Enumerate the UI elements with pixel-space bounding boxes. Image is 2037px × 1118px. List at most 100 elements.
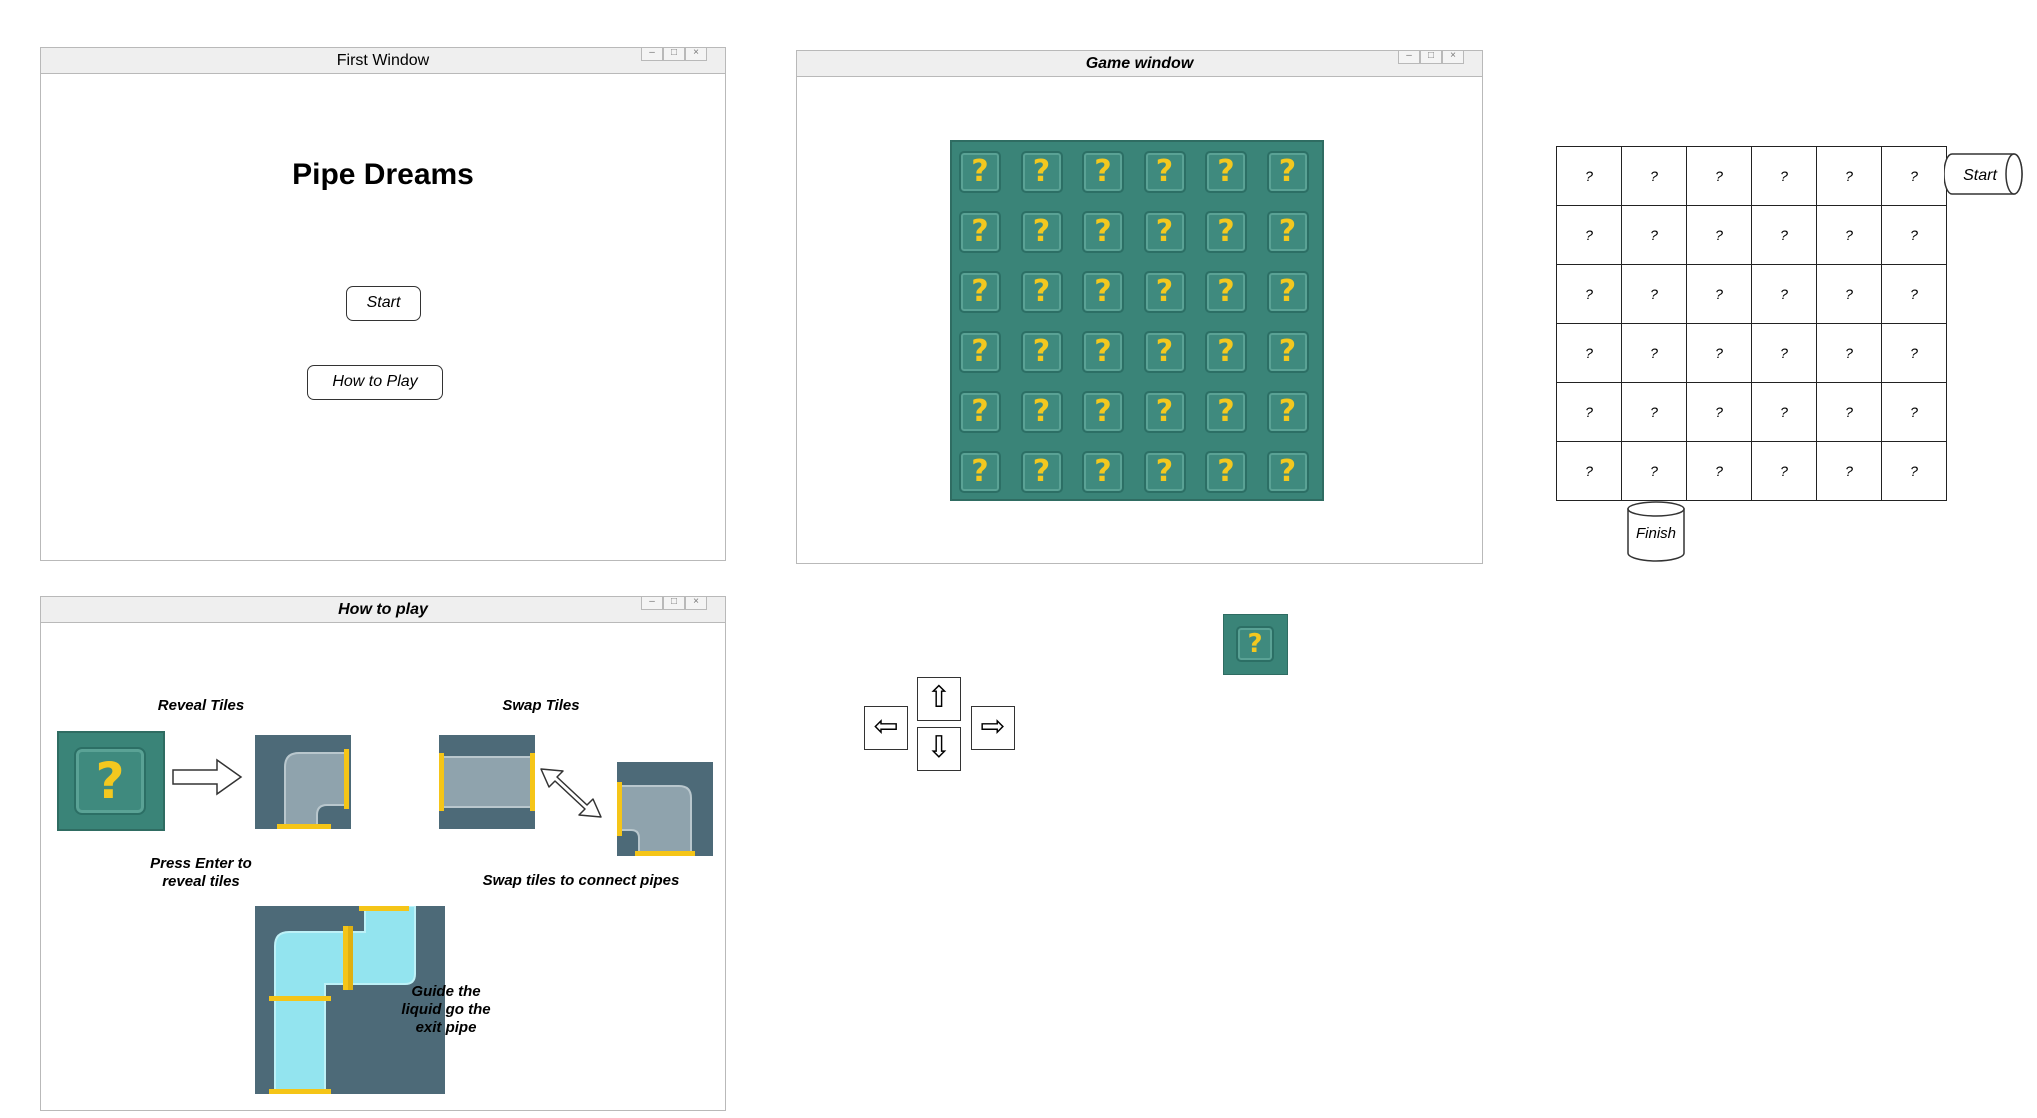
sketch-grid-row: ?????? [1556,323,1947,383]
question-mark-icon: ? [1094,334,1112,369]
hidden-tile[interactable]: ? [1020,151,1063,193]
game-window-title: Game window [1085,55,1194,72]
sketch-grid-cell: ? [1686,146,1752,206]
game-board: ???????????????????????????????????? [950,140,1324,501]
start-button[interactable]: Start [346,286,421,321]
hidden-tile[interactable]: ? [1266,331,1309,373]
straight-pipe-tile [439,735,535,829]
question-mark-icon: ? [1155,334,1174,369]
sketch-grid-cell: ? [1751,441,1817,501]
hidden-tile[interactable]: ? [1082,331,1124,373]
question-mark-icon: ? [1032,454,1051,489]
hidden-tile[interactable]: ? [1020,391,1063,433]
hidden-tile[interactable]: ? [1082,451,1124,493]
up-arrow-icon: ⇧ [926,680,952,715]
hidden-tile[interactable]: ? [1266,391,1309,433]
sketch-grid-cell: ? [1751,205,1817,265]
game-window: Game window – □ × ??????????????????????… [796,50,1483,564]
game-window-controls: – □ × [1398,51,1464,65]
minimize-button[interactable]: – [641,597,663,610]
hidden-tile[interactable]: ? [1266,451,1309,493]
hidden-tile[interactable]: ? [1205,211,1247,253]
hidden-tile[interactable]: ? [1143,151,1186,193]
finish-pipe-label: Finish [1635,525,1676,542]
hidden-tile[interactable]: ? [1143,271,1186,313]
swap-caption: Swap tiles to connect pipes [482,872,680,889]
close-button[interactable]: × [685,597,707,610]
close-button[interactable]: × [685,48,707,61]
hidden-tile[interactable]: ? [1266,211,1309,253]
maximize-button[interactable]: □ [663,48,685,61]
hidden-tile[interactable]: ? [959,211,1001,253]
question-mark-icon: ? [1155,454,1174,489]
question-mark-icon: ? [1217,274,1235,309]
question-mark-icon: ? [1032,274,1051,309]
how-to-play-button[interactable]: How to Play [307,365,443,400]
sketch-grid-cell: ? [1881,146,1947,206]
hidden-tile[interactable]: ? [1143,451,1186,493]
sketch-grid-cell: ? [1556,264,1622,324]
sketch-grid-cell: ? [1881,382,1947,442]
reveal-caption-line-2: reveal tiles [162,873,240,890]
hidden-tile[interactable]: ? [959,391,1001,433]
start-pipe-label: Start [1963,167,1997,184]
hidden-tile[interactable]: ? [1082,151,1124,193]
hidden-tile[interactable]: ? [1266,271,1309,313]
sketch-grid-cell: ? [1881,441,1947,501]
minimize-button[interactable]: – [641,48,663,61]
close-button[interactable]: × [1442,51,1464,64]
question-mark-icon: ? [1217,214,1235,249]
sketch-grid-cell: ? [1881,205,1947,265]
hidden-tile[interactable]: ? [1020,331,1063,373]
swap-tiles-heading: Swap Tiles [502,697,580,714]
hidden-tile[interactable]: ? [1266,151,1309,193]
hidden-tile[interactable]: ? [1020,271,1063,313]
maximize-button[interactable]: □ [1420,51,1442,64]
hidden-tile[interactable]: ? [1020,211,1063,253]
hidden-tile[interactable]: ? [1082,211,1124,253]
left-arrow-key[interactable]: ⇦ [864,706,908,750]
hidden-tile[interactable]: ? [1143,211,1186,253]
up-arrow-key[interactable]: ⇧ [917,677,961,721]
down-arrow-key[interactable]: ⇩ [917,727,961,771]
sketch-grid-cell: ? [1686,264,1752,324]
game-window-titlebar: Game window – □ × [797,51,1482,77]
sketch-grid-row: ?????? [1556,264,1947,324]
sketch-grid-cell: ? [1556,205,1622,265]
hidden-tile[interactable]: ? [1082,391,1124,433]
hidden-tile[interactable]: ? [959,331,1001,373]
sketch-grid: ???????????????????????????????????? [1556,146,1947,501]
question-mark-icon: ? [1094,394,1112,429]
sketch-grid-cell: ? [1621,441,1687,501]
hidden-tile[interactable]: ? [1205,331,1247,373]
hidden-tile[interactable]: ? [1143,391,1186,433]
first-window-controls: – □ × [641,48,707,62]
guide-caption: Guide the liquid go the exit pipe [381,983,511,1037]
question-mark-icon: ? [95,752,125,810]
hidden-tile[interactable]: ? [1082,271,1124,313]
hidden-tile[interactable]: ? [1020,451,1063,493]
hidden-tile[interactable]: ? [1205,391,1247,433]
sketch-grid-cell: ? [1621,264,1687,324]
hidden-tile[interactable]: ? [1205,271,1247,313]
sketch-grid-cell: ? [1816,441,1882,501]
hidden-tile[interactable]: ? [1205,451,1247,493]
hidden-tile[interactable]: ? [959,451,1001,493]
minimize-button[interactable]: – [1398,51,1420,64]
sketch-grid-row: ?????? [1556,146,1947,206]
right-arrow-key[interactable]: ⇨ [971,706,1015,750]
left-arrow-icon: ⇦ [873,709,899,744]
down-arrow-icon: ⇩ [926,730,952,765]
question-mark-icon: ? [1155,154,1174,189]
hidden-tile[interactable]: ? [1143,331,1186,373]
hidden-tile[interactable]: ? [959,151,1001,193]
how-to-play-titlebar: How to play – □ × [41,597,725,623]
right-arrow-icon: ⇨ [980,709,1006,744]
maximize-button[interactable]: □ [663,597,685,610]
swap-arrow-icon [540,768,602,818]
hidden-tile[interactable]: ? [1205,151,1247,193]
hidden-tile[interactable]: ? [959,271,1001,313]
sketch-grid-row: ?????? [1556,205,1947,265]
sketch-grid-cell: ? [1686,205,1752,265]
question-mark-icon: ? [971,394,989,429]
